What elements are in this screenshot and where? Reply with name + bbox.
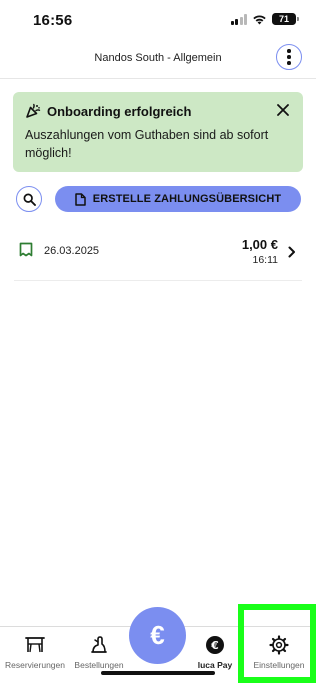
transaction-amount: 1,00 € (241, 237, 278, 252)
transaction-row[interactable]: 26.03.2025 1,00 € 16:11 (14, 229, 302, 281)
header: Nandos South - Allgemein (0, 44, 316, 78)
tab-label: luca Pay (197, 660, 233, 670)
party-popper-icon (26, 103, 41, 118)
status-time: 16:56 (33, 12, 73, 29)
home-indicator (101, 671, 215, 675)
search-button[interactable] (16, 186, 42, 212)
receipt-icon (19, 242, 33, 257)
more-options-button[interactable] (276, 44, 302, 70)
status-bar: 16:56 71 (0, 0, 316, 40)
transaction-time: 16:11 (252, 254, 279, 266)
gear-icon (269, 635, 289, 655)
close-banner-button[interactable] (275, 102, 291, 118)
create-payment-overview-label: ERSTELLE ZAHLUNGSÜBERSICHT (92, 193, 282, 205)
tab-label: Reservierungen (4, 660, 65, 670)
svg-text:€: € (210, 639, 219, 652)
waiter-icon (91, 636, 107, 653)
tab-label: Einstellungen (253, 660, 305, 670)
battery-icon: 71 (272, 13, 299, 25)
tab-label: Bestellungen (74, 660, 124, 670)
banner-title: Onboarding erfolgreich (47, 103, 192, 119)
banner-message: Auszahlungen vom Guthaben sind ab sofort… (25, 128, 269, 160)
chevron-right-icon (288, 246, 295, 258)
onboarding-success-banner: Onboarding erfolgreich Auszahlungen vom … (13, 92, 303, 172)
document-icon (75, 192, 86, 206)
pay-fab-button[interactable]: € (129, 607, 186, 664)
tab-reservierungen[interactable]: Reservierungen (3, 635, 67, 670)
status-icons: 71 (230, 13, 299, 25)
more-vertical-icon (287, 49, 291, 65)
tab-bestellungen[interactable]: Bestellungen (67, 635, 131, 670)
euro-coin-icon: € (206, 636, 224, 654)
tab-luca-pay[interactable]: € luca Pay (183, 635, 247, 670)
header-divider (0, 78, 316, 79)
tab-einstellungen[interactable]: Einstellungen (247, 635, 311, 670)
page-title: Nandos South - Allgemein (94, 52, 222, 64)
search-icon (23, 193, 36, 206)
table-icon (25, 637, 45, 653)
banner-title-row: Onboarding erfolgreich (25, 103, 291, 119)
cellular-signal-icon (230, 13, 247, 25)
wifi-icon (253, 14, 266, 24)
create-payment-overview-button[interactable]: ERSTELLE ZAHLUNGSÜBERSICHT (55, 186, 301, 212)
euro-icon: € (150, 620, 165, 650)
close-icon (277, 104, 289, 116)
transaction-date: 26.03.2025 (44, 245, 100, 257)
